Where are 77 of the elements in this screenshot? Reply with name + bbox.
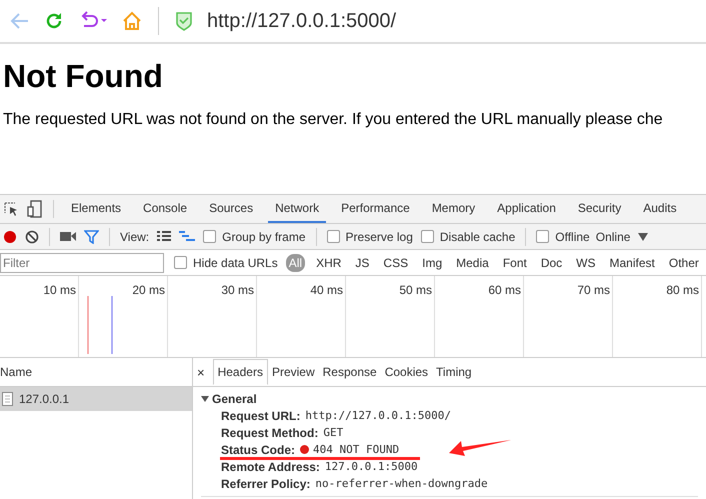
type-filter-button[interactable]: Img [419, 254, 446, 272]
time-tick-label: 20 ms [132, 283, 165, 297]
detail-tab[interactable]: Response [318, 360, 381, 384]
header-key: Referrer Policy: [221, 476, 310, 490]
waterfall-view-icon[interactable] [179, 231, 196, 242]
detail-tab[interactable]: Headers [212, 359, 268, 385]
filter-field[interactable]: Filter [0, 252, 164, 272]
clear-icon[interactable] [25, 230, 39, 244]
video-camera-icon[interactable] [60, 231, 76, 242]
header-key: Status Code: [221, 442, 296, 456]
type-filter-button[interactable]: XHR [313, 254, 344, 272]
devtools-tab[interactable]: Console [136, 195, 194, 223]
filter-funnel-icon[interactable] [84, 230, 99, 244]
checkbox[interactable] [174, 256, 187, 269]
type-filter-button[interactable]: Other [666, 254, 702, 272]
address-url[interactable]: http://127.0.0.1:5000/ [207, 10, 396, 32]
time-tick-label: 10 ms [43, 283, 76, 297]
list-view-icon[interactable] [157, 231, 172, 242]
inspect-cursor-icon[interactable] [3, 201, 19, 217]
checkbox-label[interactable]: Preserve log [346, 230, 413, 244]
home-icon[interactable] [122, 11, 142, 31]
type-filter-button[interactable]: WS [573, 254, 599, 272]
header-value: 404 NOT FOUND [313, 443, 400, 456]
time-tick-label: 40 ms [310, 283, 343, 297]
record-icon[interactable] [3, 230, 17, 244]
checkbox-label[interactable]: Disable cache [440, 230, 516, 244]
time-tick-label: 80 ms [666, 283, 699, 297]
close-button[interactable]: × [197, 364, 205, 380]
checkbox[interactable] [326, 230, 340, 243]
device-icon[interactable] [27, 200, 43, 218]
checkbox-label[interactable]: Hide data URLs [193, 256, 278, 270]
arrow-drawing [449, 439, 511, 459]
time-tick-label: 50 ms [399, 283, 432, 297]
view-label: View: [120, 230, 150, 244]
waterfall-drawing [87, 296, 115, 354]
detail-tab[interactable]: Timing [432, 360, 476, 384]
type-filter-button[interactable]: JS [352, 254, 372, 272]
checkbox[interactable] [536, 230, 550, 243]
header-value: 127.0.0.1:5000 [324, 460, 418, 473]
type-filter-button[interactable]: CSS [380, 254, 412, 272]
type-filter-button[interactable]: Doc [538, 254, 566, 272]
header-key: Request Method: [221, 426, 318, 440]
document-icon [2, 392, 13, 406]
request-row[interactable]: 127.0.0.1 [0, 387, 192, 411]
time-tick-label: 30 ms [221, 283, 254, 297]
header-value: no-referrer-when-downgrade [315, 477, 488, 490]
checkbox[interactable] [203, 230, 216, 243]
section-toggle[interactable]: General [201, 391, 698, 407]
dropdown-caret-icon[interactable] [638, 232, 648, 240]
devtools-tab[interactable]: Audits [636, 195, 684, 223]
page-message: The requested URL was not found on the server. If you entered the URL manually please che [3, 111, 664, 129]
reload-icon[interactable] [44, 11, 64, 31]
detail-tab[interactable]: Cookies [380, 360, 432, 384]
type-filter-button[interactable]: Font [500, 254, 530, 272]
shield-check-icon [175, 11, 193, 31]
header-key: Request URL: [221, 408, 300, 422]
throttle-select[interactable]: Online [596, 230, 630, 244]
devtools-tab[interactable]: Security [570, 195, 628, 223]
time-tick-label: 60 ms [488, 283, 521, 297]
checkbox-label[interactable]: Offline [555, 230, 590, 244]
header-value: GET [323, 426, 344, 439]
devtools-tab[interactable]: Performance [334, 195, 417, 223]
checkbox-label[interactable]: Group by frame [222, 230, 306, 244]
request-name[interactable]: 127.0.0.1 [19, 392, 70, 406]
devtools-tab[interactable]: Application [490, 195, 563, 223]
devtools-tab[interactable]: Memory [424, 195, 482, 223]
devtools-tab[interactable]: Elements [64, 195, 128, 223]
type-filter-button[interactable]: Manifest [606, 254, 658, 272]
disclosure-triangle-icon[interactable] [201, 395, 209, 403]
type-filter-button[interactable]: Media [453, 254, 492, 272]
detail-tab[interactable]: Preview [268, 360, 319, 384]
devtools-tab[interactable]: Sources [202, 195, 260, 223]
page-heading: Not Found [3, 58, 164, 95]
checkbox[interactable] [420, 230, 434, 243]
header-value: http://127.0.0.1:5000/ [305, 409, 452, 422]
time-tick-label: 70 ms [577, 283, 610, 297]
header-key: Remote Address: [221, 460, 320, 474]
